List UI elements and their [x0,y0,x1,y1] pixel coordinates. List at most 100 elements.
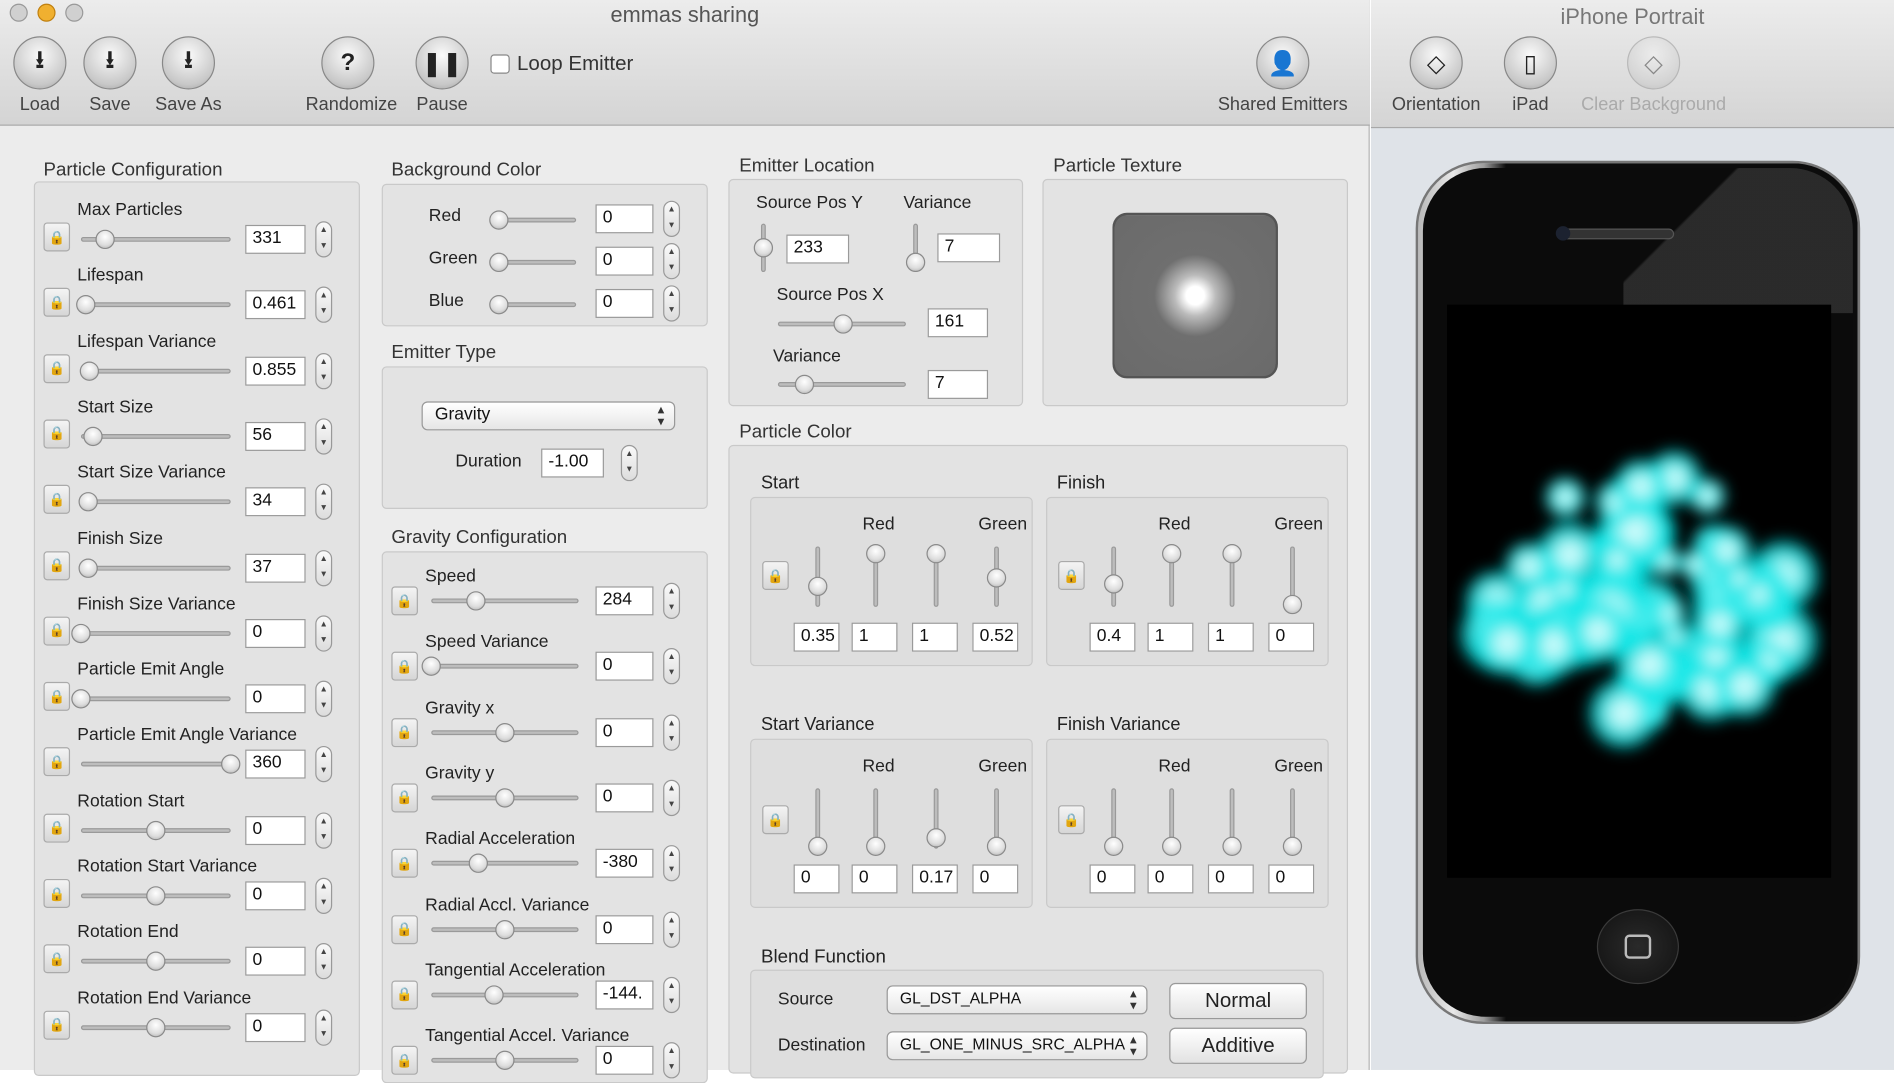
particle-emit-angle-variance-slider-track[interactable] [80,762,231,767]
bg-green-slider[interactable] [489,252,509,273]
rotation-end-stepper[interactable]: ▲ ▼ [315,943,333,980]
lock-icon[interactable]: 🔒 [762,805,789,835]
checkbox-box[interactable] [490,54,510,74]
source-pos-x-slider[interactable] [833,314,853,334]
bg-green-field[interactable]: 0 [595,246,654,276]
bg-red-stepper[interactable]: ▲ ▼ [663,200,681,237]
particle-emit-angle-field[interactable]: 0 [245,684,306,714]
particle-emit-angle-slider[interactable] [71,689,91,709]
radial-acceleration-field[interactable]: -380 [595,848,654,878]
clear-background-button[interactable]: ◇ Clear Background [1563,36,1744,115]
tangential-accel-variance-field[interactable]: 0 [595,1045,654,1075]
finish-var-alpha-field[interactable]: 0 [1268,864,1315,894]
lock-icon[interactable]: 🔒 [391,980,418,1010]
lock-icon[interactable]: 🔒 [391,914,418,944]
lock-icon[interactable]: 🔒 [43,616,71,646]
lifespan-slider-track[interactable] [80,302,231,308]
lifespan-variance-stepper[interactable]: ▲ ▼ [315,352,333,389]
finish-red-slider[interactable] [1104,574,1124,594]
preview-screen[interactable] [1447,304,1832,878]
finish-var-red-slider[interactable] [1104,836,1124,856]
tangential-acceleration-slider[interactable] [484,985,505,1005]
radial-acceleration-stepper[interactable]: ▲ ▼ [663,845,681,882]
finish-alpha-slider[interactable] [1282,594,1303,615]
lock-icon[interactable]: 🔒 [43,1010,71,1040]
lock-icon[interactable]: 🔒 [43,353,71,383]
lifespan-stepper[interactable]: ▲ ▼ [315,286,333,324]
finish-blue-field[interactable]: 1 [1207,622,1254,652]
speed-variance-slider[interactable] [421,656,441,677]
start-size-stepper[interactable]: ▲ ▼ [315,418,333,455]
start-alpha-field[interactable]: 0.52 [972,622,1019,652]
rotation-end-slider[interactable] [146,951,166,972]
rotation-start-variance-stepper[interactable]: ▲ ▼ [315,877,333,915]
lock-icon[interactable]: 🔒 [391,652,418,682]
save-as-button[interactable]: ⭳ Save As [146,36,231,115]
start-blue-field[interactable]: 1 [911,622,958,652]
tangential-acceleration-field[interactable]: -144. [595,980,654,1010]
gravity-y-field[interactable]: 0 [595,783,654,813]
gravity-y-slider[interactable] [495,788,515,808]
rotation-end-field[interactable]: 0 [245,947,306,977]
finish-size-variance-field[interactable]: 0 [245,618,306,648]
finish-blue-slider[interactable] [1222,544,1242,564]
lock-icon[interactable]: 🔒 [43,681,71,712]
lock-icon[interactable]: 🔒 [43,288,71,318]
max-particles-stepper[interactable]: ▲ ▼ [315,221,333,258]
lock-icon[interactable]: 🔒 [762,560,789,590]
max-particles-field[interactable]: 331 [245,224,306,254]
emitter-type-select[interactable]: Gravity ▴ ▾ [421,401,676,431]
lock-icon[interactable]: 🔒 [391,783,418,813]
source-pos-y-field[interactable]: 233 [786,234,850,264]
radial-acceleration-slider[interactable] [468,853,489,874]
tangential-acceleration-slider-track[interactable] [431,992,579,998]
tangential-acceleration-stepper[interactable]: ▲ ▼ [663,976,681,1013]
variance-x-slider[interactable] [794,374,815,395]
finish-size-variance-stepper[interactable]: ▲ ▼ [315,615,333,652]
start-size-slider-track[interactable] [80,433,231,439]
duration-stepper[interactable]: ▲ ▼ [620,444,638,482]
lifespan-field[interactable]: 0.461 [245,290,306,320]
rotation-start-variance-slider[interactable] [146,886,166,906]
orientation-button[interactable]: ◇ Orientation [1376,36,1497,115]
speed-field[interactable]: 284 [595,586,654,616]
start-red-slider[interactable] [808,577,828,597]
duration-field[interactable]: -1.00 [541,448,604,478]
home-button[interactable] [1596,909,1679,985]
start-var-alpha-field[interactable]: 0 [972,864,1019,894]
radial-accl-variance-stepper[interactable]: ▲ ▼ [663,910,681,948]
blend-source-select[interactable]: GL_DST_ALPHA ▴ ▾ [886,985,1148,1015]
speed-slider-track[interactable] [431,598,579,604]
rotation-start-slider[interactable] [146,820,166,840]
start-red-field[interactable]: 0.35 [793,622,840,652]
lock-icon[interactable]: 🔒 [43,419,71,449]
finish-size-slider-track[interactable] [80,565,231,571]
start-var-red-slider[interactable] [808,836,828,856]
lock-icon[interactable]: 🔒 [1058,805,1085,835]
loop-emitter-checkbox[interactable]: Loop Emitter [490,52,633,76]
lock-icon[interactable]: 🔒 [43,813,71,843]
finish-size-slider[interactable] [78,557,99,578]
finish-var-red-field[interactable]: 0 [1089,864,1136,894]
particle-texture-image[interactable] [1112,212,1278,379]
finish-green-field[interactable]: 1 [1147,622,1194,652]
lock-icon[interactable]: 🔒 [43,550,71,580]
start-green-field[interactable]: 1 [851,622,898,652]
finish-var-alpha-slider[interactable] [1282,836,1303,856]
finish-var-blue-field[interactable]: 0 [1207,864,1254,894]
gravity-x-stepper[interactable]: ▲ ▼ [663,714,681,751]
start-var-green-field[interactable]: 0 [851,864,898,894]
rotation-end-variance-stepper[interactable]: ▲ ▼ [315,1009,333,1046]
start-blue-slider[interactable] [926,544,946,564]
speed-variance-stepper[interactable]: ▲ ▼ [663,648,681,685]
rotation-end-variance-slider[interactable] [146,1017,166,1037]
bg-red-slider[interactable] [489,210,509,230]
bg-red-field[interactable]: 0 [595,204,654,234]
start-size-variance-slider[interactable] [78,492,99,512]
particle-emit-angle-variance-field[interactable]: 360 [245,750,306,780]
finish-green-slider[interactable] [1161,544,1182,564]
bg-blue-field[interactable]: 0 [595,288,654,318]
blend-destination-select[interactable]: GL_ONE_MINUS_SRC_ALPHA ▴ ▾ [886,1031,1148,1061]
variance-y-field[interactable]: 7 [937,233,1001,263]
lifespan-variance-field[interactable]: 0.855 [245,356,306,386]
